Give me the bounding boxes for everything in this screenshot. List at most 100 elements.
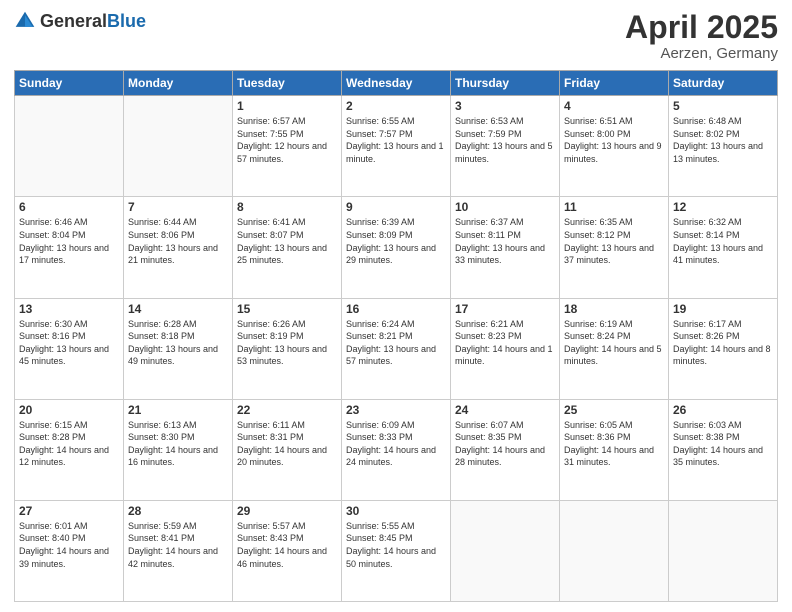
day-number: 28 — [128, 504, 228, 518]
cell-text: Sunrise: 6:32 AM Sunset: 8:14 PM Dayligh… — [673, 216, 773, 266]
table-row — [15, 96, 124, 197]
day-number: 26 — [673, 403, 773, 417]
header: GeneralBlue April 2025 Aerzen, Germany — [14, 10, 778, 62]
col-wednesday: Wednesday — [342, 71, 451, 96]
table-row: 20Sunrise: 6:15 AM Sunset: 8:28 PM Dayli… — [15, 399, 124, 500]
table-row — [560, 500, 669, 601]
table-row: 17 Sunrise: 6:21 AM Sunset: 8:23 PM Dayli… — [451, 298, 560, 399]
cell-text: Sunrise: 6:03 AM Sunset: 8:38 PM Dayligh… — [673, 419, 773, 469]
cell-text: Sunrise: 6:30 AM Sunset: 8:16 PM Dayligh… — [19, 318, 119, 368]
cell-text: Sunrise: 6:51 AM Sunset: 8:00 PM Dayligh… — [564, 115, 664, 165]
cell-text: Sunrise: 6:53 AM Sunset: 7:59 PM Dayligh… — [455, 115, 555, 165]
day-number: 29 — [237, 504, 337, 518]
day-number: 17 — [455, 302, 555, 316]
cell-text: Sunrise: 6:11 AM Sunset: 8:31 PM Dayligh… — [237, 419, 337, 469]
cell-text: Sunrise: 6:28 AM Sunset: 8:18 PM Dayligh… — [128, 318, 228, 368]
cell-text: Sunrise: 6:35 AM Sunset: 8:12 PM Dayligh… — [564, 216, 664, 266]
cell-text: Sunrise: 6:01 AM Sunset: 8:40 PM Dayligh… — [19, 520, 119, 570]
location-title: Aerzen, Germany — [625, 45, 778, 62]
day-number: 11 — [564, 200, 664, 214]
table-row: 26 Sunrise: 6:03 AM Sunset: 8:38 PM Dayli… — [669, 399, 778, 500]
table-row — [124, 96, 233, 197]
day-number: 1 — [237, 99, 337, 113]
day-number: 13 — [19, 302, 119, 316]
cell-text: Sunrise: 5:55 AM Sunset: 8:45 PM Dayligh… — [346, 520, 446, 570]
month-title: April 2025 — [625, 10, 778, 45]
calendar-table: Sunday Monday Tuesday Wednesday Thursday… — [14, 70, 778, 602]
cell-text: Sunrise: 6:07 AM Sunset: 8:35 PM Dayligh… — [455, 419, 555, 469]
table-row: 3 Sunrise: 6:53 AM Sunset: 7:59 PM Daylig… — [451, 96, 560, 197]
table-row: 10 Sunrise: 6:37 AM Sunset: 8:11 PM Dayli… — [451, 197, 560, 298]
table-row: 14Sunrise: 6:28 AM Sunset: 8:18 PM Dayli… — [124, 298, 233, 399]
day-number: 4 — [564, 99, 664, 113]
table-row: 29 Sunrise: 5:57 AM Sunset: 8:43 PM Dayli… — [233, 500, 342, 601]
day-number: 19 — [673, 302, 773, 316]
cell-text: Sunrise: 6:05 AM Sunset: 8:36 PM Dayligh… — [564, 419, 664, 469]
cell-text: Sunrise: 6:24 AM Sunset: 8:21 PM Dayligh… — [346, 318, 446, 368]
cell-text: Sunrise: 6:37 AM Sunset: 8:11 PM Dayligh… — [455, 216, 555, 266]
table-row: 16 Sunrise: 6:24 AM Sunset: 8:21 PM Dayli… — [342, 298, 451, 399]
table-row: 25 Sunrise: 6:05 AM Sunset: 8:36 PM Dayli… — [560, 399, 669, 500]
col-saturday: Saturday — [669, 71, 778, 96]
table-row: 19 Sunrise: 6:17 AM Sunset: 8:26 PM Dayli… — [669, 298, 778, 399]
calendar-week-row: 20Sunrise: 6:15 AM Sunset: 8:28 PM Dayli… — [15, 399, 778, 500]
day-number: 16 — [346, 302, 446, 316]
day-number: 22 — [237, 403, 337, 417]
col-tuesday: Tuesday — [233, 71, 342, 96]
table-row: 30 Sunrise: 5:55 AM Sunset: 8:45 PM Dayli… — [342, 500, 451, 601]
cell-text: Sunrise: 6:26 AM Sunset: 8:19 PM Dayligh… — [237, 318, 337, 368]
day-number: 25 — [564, 403, 664, 417]
calendar-week-row: 27Sunrise: 6:01 AM Sunset: 8:40 PM Dayli… — [15, 500, 778, 601]
table-row: 2 Sunrise: 6:55 AM Sunset: 7:57 PM Daylig… — [342, 96, 451, 197]
table-row — [451, 500, 560, 601]
cell-text: Sunrise: 6:19 AM Sunset: 8:24 PM Dayligh… — [564, 318, 664, 368]
table-row: 24 Sunrise: 6:07 AM Sunset: 8:35 PM Dayli… — [451, 399, 560, 500]
table-row: 21 Sunrise: 6:13 AM Sunset: 8:30 PM Dayli… — [124, 399, 233, 500]
cell-text: Sunrise: 6:55 AM Sunset: 7:57 PM Dayligh… — [346, 115, 446, 165]
col-sunday: Sunday — [15, 71, 124, 96]
calendar-week-row: 1 Sunrise: 6:57 AM Sunset: 7:55 PM Daylig… — [15, 96, 778, 197]
day-number: 5 — [673, 99, 773, 113]
calendar-header-row: Sunday Monday Tuesday Wednesday Thursday… — [15, 71, 778, 96]
table-row: 9Sunrise: 6:39 AM Sunset: 8:09 PM Daylig… — [342, 197, 451, 298]
cell-text: Sunrise: 6:57 AM Sunset: 7:55 PM Dayligh… — [237, 115, 337, 165]
cell-text: Sunrise: 6:09 AM Sunset: 8:33 PM Dayligh… — [346, 419, 446, 469]
col-monday: Monday — [124, 71, 233, 96]
table-row: 22 Sunrise: 6:11 AM Sunset: 8:31 PM Dayli… — [233, 399, 342, 500]
calendar-week-row: 6Sunrise: 6:46 AM Sunset: 8:04 PM Daylig… — [15, 197, 778, 298]
day-number: 24 — [455, 403, 555, 417]
calendar-week-row: 13 Sunrise: 6:30 AM Sunset: 8:16 PM Dayli… — [15, 298, 778, 399]
table-row: 1 Sunrise: 6:57 AM Sunset: 7:55 PM Daylig… — [233, 96, 342, 197]
table-row: 6Sunrise: 6:46 AM Sunset: 8:04 PM Daylig… — [15, 197, 124, 298]
day-number: 23 — [346, 403, 446, 417]
table-row: 5Sunrise: 6:48 AM Sunset: 8:02 PM Daylig… — [669, 96, 778, 197]
day-number: 2 — [346, 99, 446, 113]
day-number: 10 — [455, 200, 555, 214]
day-number: 21 — [128, 403, 228, 417]
col-thursday: Thursday — [451, 71, 560, 96]
day-number: 12 — [673, 200, 773, 214]
cell-text: Sunrise: 6:17 AM Sunset: 8:26 PM Dayligh… — [673, 318, 773, 368]
logo-text: GeneralBlue — [40, 11, 146, 32]
cell-text: Sunrise: 6:21 AM Sunset: 8:23 PM Dayligh… — [455, 318, 555, 368]
table-row: 8Sunrise: 6:41 AM Sunset: 8:07 PM Daylig… — [233, 197, 342, 298]
day-number: 3 — [455, 99, 555, 113]
day-number: 30 — [346, 504, 446, 518]
cell-text: Sunrise: 6:44 AM Sunset: 8:06 PM Dayligh… — [128, 216, 228, 266]
table-row: 18 Sunrise: 6:19 AM Sunset: 8:24 PM Dayli… — [560, 298, 669, 399]
cell-text: Sunrise: 5:57 AM Sunset: 8:43 PM Dayligh… — [237, 520, 337, 570]
cell-text: Sunrise: 6:39 AM Sunset: 8:09 PM Dayligh… — [346, 216, 446, 266]
table-row: 28 Sunrise: 5:59 AM Sunset: 8:41 PM Dayli… — [124, 500, 233, 601]
cell-text: Sunrise: 6:46 AM Sunset: 8:04 PM Dayligh… — [19, 216, 119, 266]
logo-general: General — [40, 11, 107, 31]
day-number: 15 — [237, 302, 337, 316]
cell-text: Sunrise: 6:13 AM Sunset: 8:30 PM Dayligh… — [128, 419, 228, 469]
day-number: 18 — [564, 302, 664, 316]
col-friday: Friday — [560, 71, 669, 96]
table-row: 15 Sunrise: 6:26 AM Sunset: 8:19 PM Dayli… — [233, 298, 342, 399]
cell-text: Sunrise: 5:59 AM Sunset: 8:41 PM Dayligh… — [128, 520, 228, 570]
table-row: 27Sunrise: 6:01 AM Sunset: 8:40 PM Dayli… — [15, 500, 124, 601]
day-number: 7 — [128, 200, 228, 214]
day-number: 8 — [237, 200, 337, 214]
logo-icon — [14, 10, 36, 32]
